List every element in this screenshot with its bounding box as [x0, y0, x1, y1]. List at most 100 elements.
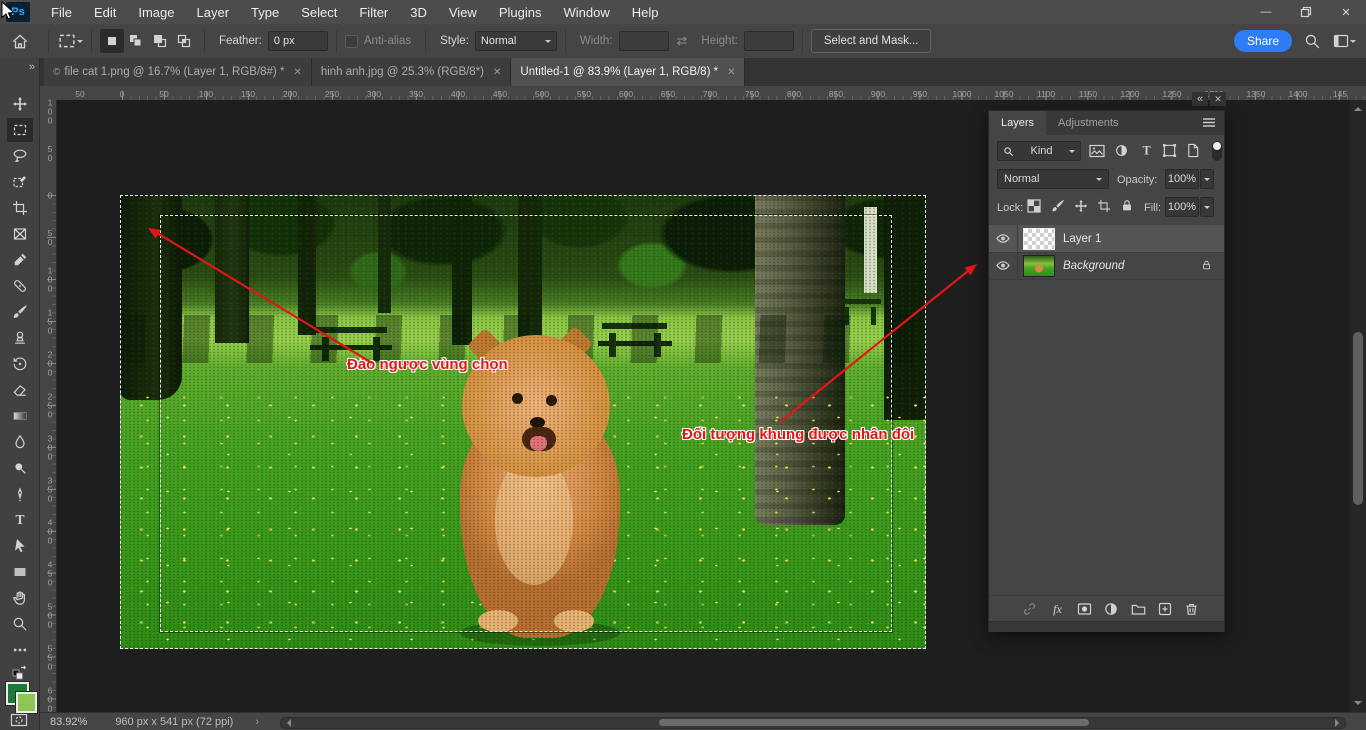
canvas-document[interactable]: Đảo ngược vùng chọn Đối tượng khung được…	[120, 195, 926, 649]
menu-item-type[interactable]: Type	[240, 2, 290, 23]
menu-item-file[interactable]: File	[40, 2, 83, 23]
restore-button[interactable]	[1286, 0, 1326, 24]
type-layer-filter-icon[interactable]: T	[1139, 143, 1154, 158]
blur-tool[interactable]	[7, 430, 33, 454]
tab-close-icon[interactable]: ✕	[493, 67, 501, 78]
close-panel-button[interactable]: ✕	[1210, 92, 1226, 106]
filter-kind-select[interactable]: Kind	[997, 141, 1081, 161]
scroll-left-arrow[interactable]	[283, 719, 291, 727]
gradient-tool[interactable]	[7, 404, 33, 428]
new-group-icon[interactable]	[1130, 601, 1147, 617]
quick-mask-button[interactable]	[10, 712, 28, 728]
pen-tool[interactable]	[7, 482, 33, 506]
lock-all-icon[interactable]	[1120, 198, 1134, 213]
horizontal-scroll-thumb[interactable]	[659, 719, 1089, 726]
layer-name[interactable]: Layer 1	[1063, 233, 1101, 245]
path-selection-tool[interactable]	[7, 534, 33, 558]
lock-artboard-icon[interactable]	[1097, 199, 1111, 213]
menu-item-layer[interactable]: Layer	[186, 2, 241, 23]
new-adjustment-layer-icon[interactable]	[1103, 601, 1119, 617]
opacity-dropdown[interactable]	[1200, 169, 1214, 189]
crop-tool[interactable]	[7, 196, 33, 220]
scroll-right-arrow[interactable]	[1335, 719, 1343, 727]
layer-thumbnail[interactable]	[1023, 255, 1055, 277]
new-selection-button[interactable]	[100, 29, 124, 53]
zoom-tool[interactable]	[7, 612, 33, 636]
workspace-switcher[interactable]	[1332, 33, 1356, 49]
lock-paint-icon[interactable]	[1051, 199, 1065, 213]
menu-item-3d[interactable]: 3D	[399, 2, 438, 23]
lock-position-icon[interactable]	[1074, 199, 1088, 213]
menu-item-help[interactable]: Help	[621, 2, 670, 23]
edit-toolbar-button[interactable]	[7, 638, 33, 662]
rectangular-marquee-tool[interactable]	[7, 118, 33, 142]
select-and-mask-button[interactable]: Select and Mask...	[811, 29, 932, 53]
layer-style-fx-icon[interactable]: fx	[1049, 601, 1066, 617]
eyedropper-tool[interactable]	[7, 248, 33, 272]
close-button[interactable]: ✕	[1326, 0, 1366, 24]
vertical-scrollbar[interactable]	[1350, 100, 1366, 712]
blend-mode-select[interactable]: Normal	[997, 169, 1109, 189]
fill-dropdown[interactable]	[1200, 197, 1214, 217]
intersect-selection-button[interactable]	[172, 29, 196, 53]
layer-name[interactable]: Background	[1063, 260, 1124, 272]
lock-transparency-icon[interactable]	[1027, 199, 1041, 213]
panel-resize-strip[interactable]	[989, 621, 1224, 632]
tab-adjustments[interactable]: Adjustments	[1046, 111, 1131, 135]
fill-value[interactable]: 100%	[1165, 197, 1199, 217]
home-button[interactable]	[0, 32, 40, 50]
clone-stamp-tool[interactable]	[7, 326, 33, 350]
dodge-tool[interactable]	[7, 456, 33, 480]
visibility-toggle[interactable]	[989, 225, 1018, 252]
vertical-scroll-thumb[interactable]	[1353, 332, 1363, 505]
document-tab-2[interactable]: hinh anh.jpg @ 25.3% (RGB/8*) ✕	[312, 58, 512, 86]
shape-layer-filter-icon[interactable]	[1162, 143, 1177, 158]
height-input[interactable]	[744, 31, 794, 51]
tab-layers[interactable]: Layers	[989, 111, 1046, 135]
share-button[interactable]: Share	[1234, 30, 1292, 52]
scroll-down-arrow[interactable]	[1354, 701, 1362, 709]
new-layer-icon[interactable]	[1157, 601, 1173, 617]
delete-layer-icon[interactable]	[1184, 601, 1199, 617]
menu-item-plugins[interactable]: Plugins	[488, 2, 553, 23]
lasso-tool[interactable]	[7, 144, 33, 168]
subtract-from-selection-button[interactable]	[148, 29, 172, 53]
menu-item-window[interactable]: Window	[552, 2, 620, 23]
menu-item-filter[interactable]: Filter	[348, 2, 399, 23]
rectangle-tool[interactable]	[7, 560, 33, 584]
eraser-tool[interactable]	[7, 378, 33, 402]
frame-tool[interactable]	[7, 222, 33, 246]
zoom-level-field[interactable]: 83.92%	[50, 716, 87, 728]
menu-item-edit[interactable]: Edit	[83, 2, 127, 23]
menu-item-select[interactable]: Select	[290, 2, 348, 23]
spot-healing-brush-tool[interactable]	[7, 274, 33, 298]
background-color-swatch[interactable]	[16, 692, 37, 713]
tab-close-icon[interactable]: ✕	[727, 67, 735, 78]
smart-object-filter-icon[interactable]	[1186, 143, 1200, 158]
history-brush-tool[interactable]	[7, 352, 33, 376]
layer-row-background[interactable]: Background	[989, 252, 1224, 280]
hand-tool[interactable]	[7, 586, 33, 610]
feather-input[interactable]	[268, 31, 328, 51]
style-select[interactable]: Normal	[475, 31, 557, 51]
tab-close-icon[interactable]: ✕	[293, 67, 301, 78]
object-selection-tool[interactable]	[7, 170, 33, 194]
add-layer-mask-icon[interactable]	[1076, 601, 1093, 617]
swap-dimensions-icon[interactable]: ⇄	[677, 33, 688, 49]
document-tab-1[interactable]: © file cat 1.png @ 16.7% (Layer 1, RGB/8…	[44, 58, 312, 86]
visibility-toggle[interactable]	[989, 252, 1018, 279]
move-tool[interactable]	[7, 92, 33, 116]
pixel-layer-filter-icon[interactable]	[1089, 144, 1105, 158]
menu-item-view[interactable]: View	[438, 2, 488, 23]
horizontal-scrollbar[interactable]	[280, 717, 1346, 729]
type-tool[interactable]: T	[7, 508, 33, 532]
search-button[interactable]	[1292, 33, 1332, 50]
status-expand-arrow[interactable]: ›	[255, 716, 259, 728]
brush-tool[interactable]	[7, 300, 33, 324]
filter-toggle-switch[interactable]	[1212, 141, 1222, 161]
add-to-selection-button[interactable]	[124, 29, 148, 53]
collapse-panel-button[interactable]: «	[1192, 92, 1208, 106]
adjustment-layer-filter-icon[interactable]	[1114, 143, 1129, 158]
layer-row-layer-1[interactable]: Layer 1	[989, 225, 1224, 253]
expand-tools-icon[interactable]: »	[29, 61, 33, 73]
